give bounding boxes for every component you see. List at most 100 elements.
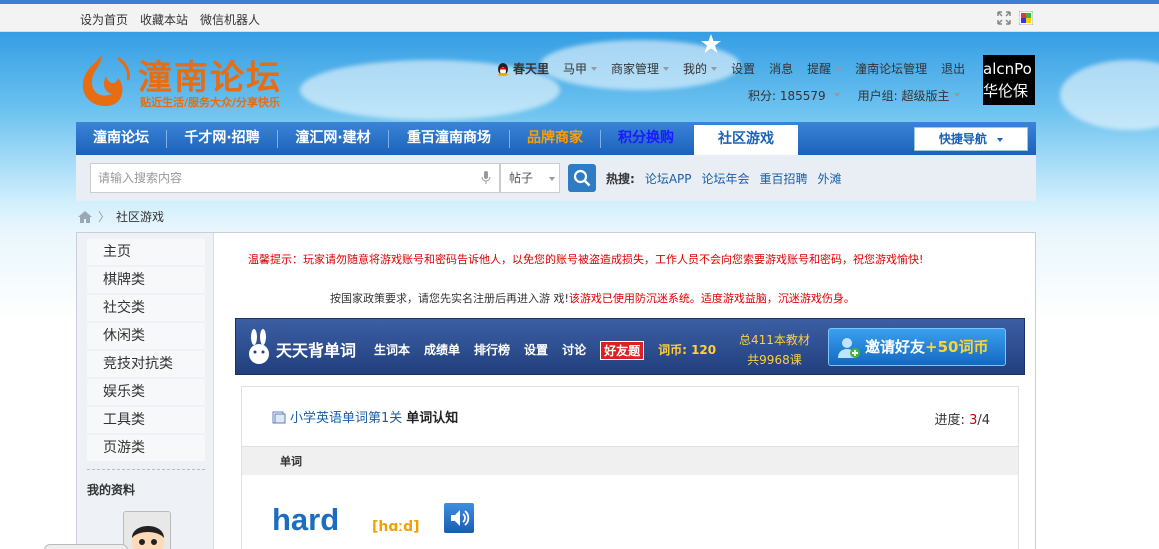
nav-item-brand-merchants[interactable]: 品牌商家 bbox=[510, 122, 600, 155]
sidebar-item-tools[interactable]: 工具类 bbox=[87, 407, 205, 433]
set-homepage-link[interactable]: 设为首页 bbox=[80, 11, 128, 28]
profile-avatar[interactable] bbox=[123, 511, 171, 549]
phonetic: [hɑːd] bbox=[372, 519, 420, 535]
hot-search-link[interactable]: 论坛APP bbox=[645, 170, 692, 187]
quick-nav-button[interactable]: 快捷导航 bbox=[914, 127, 1028, 151]
home-icon[interactable] bbox=[78, 210, 92, 223]
sidebar-item-entertainment[interactable]: 娱乐类 bbox=[87, 379, 205, 405]
user-avatar[interactable]: alcnPo 华伦保 bbox=[983, 55, 1035, 105]
top-links: 设为首页 收藏本站 微信机器人 bbox=[80, 11, 260, 28]
hot-search-link[interactable]: 论坛年会 bbox=[702, 170, 750, 187]
search-bar: 请输入搜索内容 帖子 热搜: 论坛APP 论坛年会 重百招聘 外滩 bbox=[76, 155, 1036, 201]
fullscreen-icon[interactable] bbox=[997, 11, 1011, 25]
menu-reminders[interactable]: 提醒 bbox=[807, 60, 842, 77]
search-button[interactable] bbox=[568, 164, 596, 192]
game-nav-settings[interactable]: 设置 bbox=[524, 341, 548, 360]
main-nav: 潼南论坛 千才网·招聘 潼汇网·建材 重百潼南商场 品牌商家 积分换购 社区游戏 bbox=[76, 122, 1036, 155]
color-palette-icon[interactable] bbox=[1019, 11, 1033, 25]
menu-merchant-label: 商家管理 bbox=[611, 62, 660, 76]
hot-search-link[interactable]: 重百招聘 bbox=[760, 170, 808, 187]
sidebar-item-social[interactable]: 社交类 bbox=[87, 295, 205, 321]
hot-searches: 热搜: 论坛APP 论坛年会 重百招聘 外滩 bbox=[606, 170, 842, 187]
sidebar-item-competitive[interactable]: 竞技对抗类 bbox=[87, 351, 205, 377]
star-decor-icon bbox=[701, 34, 721, 53]
menu-messages-label: 消息 bbox=[769, 62, 794, 76]
menu-majia-label: 马甲 bbox=[563, 62, 588, 76]
chevron-down-icon bbox=[833, 93, 840, 97]
menu-admin-label: 潼南论坛管理 bbox=[855, 62, 928, 76]
qq-penguin-icon bbox=[498, 62, 508, 76]
quick-nav-label: 快捷导航 bbox=[938, 132, 987, 146]
menu-admin[interactable]: 潼南论坛管理 bbox=[855, 60, 927, 77]
menu-majia[interactable]: 马甲 bbox=[563, 60, 598, 77]
game-nav-leaderboard[interactable]: 排行榜 bbox=[474, 341, 510, 360]
game-nav-vocab-book[interactable]: 生词本 bbox=[374, 341, 410, 360]
top-bar: 设为首页 收藏本站 微信机器人 bbox=[0, 4, 1159, 32]
site-logo[interactable]: 潼南论坛 贴近生活/服务大众/分享快乐 bbox=[78, 48, 318, 112]
floating-widget[interactable] bbox=[44, 544, 128, 549]
security-warning: 温馨提示：玩家请勿随意将游戏账号和密码告诉他人，以免您的账号被盗造成损失，工作人… bbox=[248, 253, 924, 266]
sidebar-item-casual[interactable]: 休闲类 bbox=[87, 323, 205, 349]
hot-searches-label: 热搜: bbox=[606, 172, 635, 186]
breadcrumb: 〉 社区游戏 bbox=[78, 208, 164, 225]
menu-logout-label: 退出 bbox=[941, 62, 966, 76]
menu-merchant[interactable]: 商家管理 bbox=[611, 60, 670, 77]
breadcrumb-current[interactable]: 社区游戏 bbox=[116, 208, 164, 225]
pronounce-button[interactable] bbox=[444, 503, 474, 533]
game-content: 温馨提示：玩家请勿随意将游戏账号和密码告诉他人，以免您的账号被盗造成损失，工作人… bbox=[215, 233, 1035, 549]
textbook-count: 总411本教材 bbox=[739, 333, 810, 347]
search-type-select[interactable]: 帖子 bbox=[500, 163, 560, 193]
nav-item-tonghui-building[interactable]: 潼汇网·建材 bbox=[278, 122, 388, 155]
username-link[interactable]: 春天里 bbox=[496, 60, 549, 77]
points-label[interactable]: 积分: 185579 bbox=[748, 87, 826, 104]
menu-settings[interactable]: 设置 bbox=[731, 60, 755, 77]
book-icon bbox=[272, 411, 286, 423]
game-nav-scores[interactable]: 成绩单 bbox=[424, 341, 460, 360]
avatar-text-line-2: 华伦保 bbox=[983, 82, 1029, 100]
vocab-word: hard bbox=[272, 502, 340, 537]
sidebar-item-home[interactable]: 主页 bbox=[87, 239, 205, 265]
sidebar: 主页 棋牌类 社交类 休闲类 竞技对抗类 娱乐类 工具类 页游类 我的资料 bbox=[77, 233, 214, 549]
menu-logout[interactable]: 退出 bbox=[941, 60, 965, 77]
avatar-text-line-1: alcnPo bbox=[983, 60, 1032, 78]
nav-item-qiancai-jobs[interactable]: 千才网·招聘 bbox=[167, 122, 277, 155]
user-menu: 春天里 马甲 商家管理 我的 设置 消息 提醒 潼南论坛管理 退出 bbox=[496, 60, 979, 77]
coin-balance: 词币: 120 bbox=[658, 343, 717, 357]
sidebar-item-web-games[interactable]: 页游类 bbox=[87, 435, 205, 461]
chevron-down-icon bbox=[591, 66, 598, 71]
nav-item-community-games[interactable]: 社区游戏 bbox=[694, 125, 798, 155]
study-mode: 单词认知 bbox=[406, 411, 459, 426]
course-link[interactable]: 小学英语单词第1关 bbox=[290, 407, 402, 426]
progress-label: 进度: bbox=[934, 413, 965, 428]
friends-quiz-button[interactable]: 好友题 bbox=[600, 341, 645, 360]
cloud-decor bbox=[1060, 60, 1159, 130]
username: 春天里 bbox=[513, 62, 550, 76]
policy-notice: 按国家政策要求，请您先实名注册后再进入游 戏!该游戏已使用防沉迷系统。适度游戏益… bbox=[330, 290, 855, 306]
logo-name: 潼南论坛 bbox=[138, 58, 282, 98]
progress-total: /4 bbox=[977, 413, 990, 428]
chevron-down-icon bbox=[711, 66, 718, 71]
nav-item-tongnan-forum[interactable]: 潼南论坛 bbox=[76, 122, 166, 155]
nav-item-points-exchange[interactable]: 积分换购 bbox=[601, 122, 691, 155]
nav-item-chongbai-mall[interactable]: 重百潼南商场 bbox=[389, 122, 509, 155]
menu-mine[interactable]: 我的 bbox=[683, 60, 718, 77]
breadcrumb-separator-icon: 〉 bbox=[98, 210, 111, 224]
invite-bonus: +50词币 bbox=[925, 338, 989, 356]
wechat-bot-link[interactable]: 微信机器人 bbox=[200, 11, 260, 28]
word-card: 小学英语单词第1关 单词认知 进度: 3/4 单词 hard [hɑːd] bbox=[241, 386, 1019, 549]
microphone-icon[interactable] bbox=[481, 171, 491, 185]
game-nav-discussion[interactable]: 讨论 bbox=[562, 341, 586, 360]
sidebar-item-board-games[interactable]: 棋牌类 bbox=[87, 267, 205, 293]
menu-messages[interactable]: 消息 bbox=[769, 60, 793, 77]
lesson-header: 小学英语单词第1关 单词认知 bbox=[272, 407, 458, 426]
lesson-count: 共9968课 bbox=[747, 353, 802, 367]
search-input[interactable]: 请输入搜索内容 bbox=[90, 163, 500, 193]
invite-friends-button[interactable]: 邀请好友+50词币 bbox=[828, 328, 1006, 366]
user-group-label[interactable]: 用户组: 超级版主 bbox=[858, 87, 950, 104]
cartoon-avatar-icon bbox=[124, 512, 170, 549]
chevron-down-icon bbox=[548, 176, 555, 181]
bookmark-link[interactable]: 收藏本站 bbox=[140, 11, 188, 28]
game-banner: 天天背单词 生词本 成绩单 排行榜 设置 讨论 好友题 词币: 120 总411… bbox=[235, 318, 1025, 375]
flame-logo-icon bbox=[82, 54, 130, 106]
hot-search-link[interactable]: 外滩 bbox=[818, 170, 842, 187]
